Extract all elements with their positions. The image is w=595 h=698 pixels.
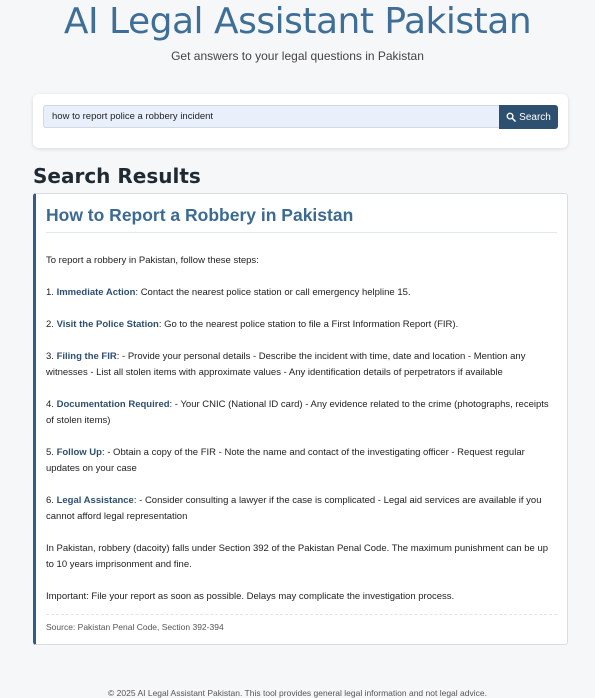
step-label: Follow Up (56, 447, 102, 458)
step-label: Documentation Required (56, 399, 170, 410)
step-number: 5. (46, 447, 54, 458)
result-card: How to Report a Robbery in Pakistan To r… (33, 193, 568, 645)
step-number: 3. (46, 351, 54, 362)
search-card: Search (33, 94, 568, 148)
result-body: To report a robbery in Pakistan, follow … (46, 253, 558, 621)
step-number: 6. (46, 495, 54, 506)
step-item: 2. Visit the Police Station: Go to the n… (46, 317, 558, 333)
important-note: Important: File your report as soon as p… (46, 591, 455, 602)
step-text: : Go to the nearest police station to fi… (158, 319, 459, 330)
step-item: 5. Follow Up: - Obtain a copy of the FIR… (46, 445, 558, 477)
step-label: Visit the Police Station (56, 319, 159, 330)
step-item: 3. Filing the FIR: - Provide your person… (46, 349, 558, 381)
result-title: How to Report a Robbery in Pakistan (46, 205, 354, 225)
step-number: 2. (46, 319, 54, 330)
step-label: Filing the FIR (56, 351, 117, 362)
result-source: Source: Pakistan Penal Code, Section 392… (46, 622, 224, 632)
step-text: : - Provide your personal details - Desc… (46, 351, 526, 378)
law-note: In Pakistan, robbery (dacoity) falls und… (46, 543, 549, 570)
step-item: 1. Immediate Action: Contact the nearest… (46, 285, 558, 301)
search-input[interactable] (43, 105, 500, 128)
step-label: Legal Assistance (56, 495, 134, 506)
step-text: : - Obtain a copy of the FIR - Note the … (46, 447, 525, 474)
step-number: 4. (46, 399, 54, 410)
result-intro: To report a robbery in Pakistan, follow … (46, 255, 259, 266)
app-subtitle: Get answers to your legal questions in P… (171, 49, 424, 63)
source-divider (46, 614, 557, 615)
step-item: 6. Legal Assistance: - Consider consulti… (46, 493, 558, 525)
step-item: 4. Documentation Required: - Your CNIC (… (46, 397, 558, 429)
title-divider (46, 232, 557, 233)
step-label: Immediate Action (56, 287, 136, 298)
results-heading: Search Results (33, 164, 201, 188)
search-icon (506, 112, 516, 122)
search-button[interactable]: Search (499, 105, 558, 129)
search-button-label: Search (519, 111, 551, 123)
app-title: AI Legal Assistant Pakistan (63, 1, 532, 42)
step-text: : Contact the nearest police station or … (135, 287, 411, 298)
step-number: 1. (46, 287, 54, 298)
